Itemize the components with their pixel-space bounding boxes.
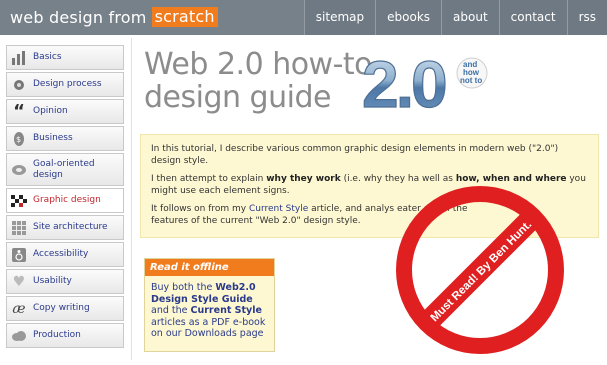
grid-icon [11, 220, 27, 236]
column-divider [131, 38, 132, 360]
nav-contact[interactable]: contact [498, 0, 567, 35]
sidebar-item-site-architecture[interactable]: Site architecture [6, 215, 124, 240]
title-line-2: design guide [144, 80, 331, 115]
money-icon: $ [11, 131, 27, 147]
offline-text: and the [151, 305, 191, 316]
intro-text: signs. [263, 186, 290, 196]
intro-text: article, and analys [308, 204, 395, 214]
checker-icon [11, 193, 27, 209]
sidebar-item-label: Production [33, 330, 81, 340]
nav-sitemap[interactable]: sitemap [303, 0, 376, 35]
sidebar-item-design-process[interactable]: Design process [6, 72, 124, 97]
badge-small-3: not to [460, 76, 482, 85]
quote-icon: “ [13, 101, 25, 122]
sidebar-item-accessibility[interactable]: Accessibility [6, 242, 124, 267]
logo-text: web design from [10, 7, 147, 27]
sidebar-item-copy-writing[interactable]: æ Copy writing [6, 296, 124, 321]
web20-badge: 2.0 and how not to [361, 46, 488, 120]
intro-text: I then attempt to explain [151, 174, 267, 184]
intro-text: It follows on from my [151, 204, 249, 214]
nav-rss[interactable]: rss [566, 0, 607, 35]
wheelchair-icon [11, 247, 27, 263]
site-header: web design from scratch sitemap ebooks a… [0, 0, 607, 35]
intro-bold: why they work [266, 174, 341, 184]
page-title: Web 2.0 how-to design guide [144, 47, 373, 115]
sidebar-item-label: Copy writing [33, 303, 90, 313]
script-icon: æ [12, 300, 26, 317]
sidebar-item-label: Goal-oriented design [33, 158, 95, 180]
sidebar-item-label: Basics [33, 52, 62, 62]
badge-big-text: 2.0 [362, 47, 445, 120]
title-line-1: Web 2.0 how-to [144, 47, 373, 82]
read-offline-body[interactable]: Buy both the Web2.0 Design Style Guide a… [145, 276, 274, 340]
sidebar-item-basics[interactable]: Basics [6, 45, 124, 70]
current-style-link[interactable]: Current Style [249, 204, 308, 214]
gear-icon [11, 77, 27, 93]
sidebar-item-opinion[interactable]: “ Opinion [6, 99, 124, 124]
offline-text: articles as a PDF e-book on our Download… [151, 316, 266, 340]
stamp-text: Must Read! By Ben Hunt. [429, 219, 535, 325]
offline-text: Buy both the [151, 282, 216, 293]
nav-ebooks[interactable]: ebooks [375, 0, 442, 35]
read-offline-box: Read it offline Buy both the Web2.0 Desi… [144, 258, 275, 352]
intro-text: features of the current "Web 2.0" design… [151, 216, 361, 226]
sidebar-item-business[interactable]: $ Business [6, 126, 124, 151]
sidebar-item-label: Opinion [33, 106, 68, 116]
cloud-icon [11, 328, 27, 344]
sidebar-item-label: Business [33, 133, 73, 143]
sidebar: Basics Design process “ Opinion $ Busine… [6, 45, 124, 350]
read-offline-heading: Read it offline [145, 259, 274, 276]
sidebar-item-label: Graphic design [33, 195, 101, 205]
sidebar-item-label: Design process [33, 79, 102, 89]
site-logo[interactable]: web design from scratch [10, 7, 218, 27]
sidebar-item-label: Accessibility [33, 249, 89, 259]
logo-brand: scratch [151, 7, 218, 27]
sidebar-item-goal-oriented-design[interactable]: Goal-oriented design [6, 153, 124, 186]
top-nav: sitemap ebooks about contact rss [303, 0, 607, 35]
bar-chart-icon [11, 50, 27, 66]
sidebar-item-label: Site architecture [33, 222, 108, 232]
sidebar-item-graphic-design[interactable]: Graphic design [6, 188, 124, 213]
intro-paragraph-1: In this tutorial, I describe various com… [151, 144, 559, 166]
heart-icon: ♥ [12, 273, 26, 290]
nav-about[interactable]: about [441, 0, 499, 35]
must-read-stamp: Must Read! By Ben Hunt. [396, 186, 564, 354]
target-icon [11, 162, 27, 178]
svg-text:$: $ [16, 135, 21, 144]
sidebar-item-production[interactable]: Production [6, 323, 124, 348]
offline-bold: Current Style [190, 305, 262, 316]
sidebar-item-label: Usability [33, 276, 72, 286]
sidebar-item-usability[interactable]: ♥ Usability [6, 269, 124, 294]
